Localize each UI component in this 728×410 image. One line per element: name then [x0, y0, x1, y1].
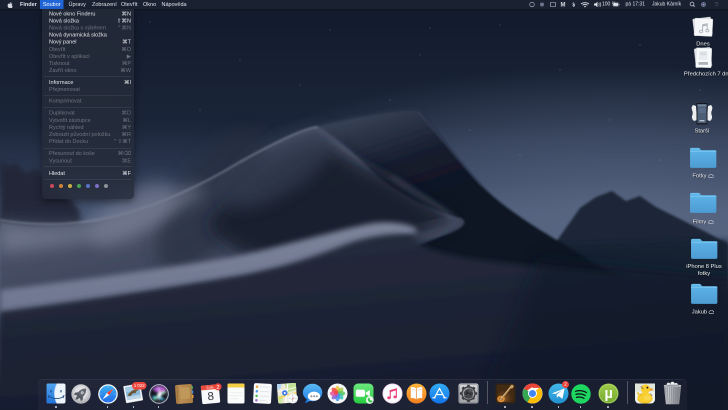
svg-text:ČVN: ČVN — [206, 384, 214, 390]
svg-text:µ: µ — [605, 386, 613, 402]
svg-text:8: 8 — [207, 390, 214, 403]
svg-text:M: M — [561, 3, 566, 9]
svg-text:2: 2 — [216, 385, 219, 391]
